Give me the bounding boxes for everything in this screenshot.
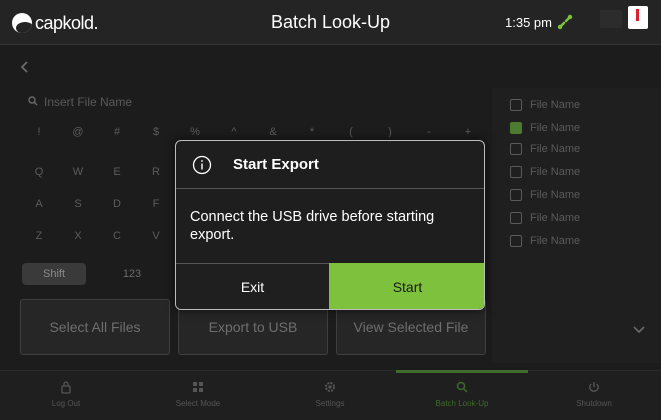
key[interactable]: E bbox=[106, 166, 128, 178]
nav-label: Batch Look-Up bbox=[435, 399, 489, 408]
key[interactable]: * bbox=[301, 126, 323, 138]
checkbox[interactable] bbox=[510, 99, 522, 111]
start-button[interactable]: Start bbox=[329, 263, 484, 309]
dialog-title: Start Export bbox=[233, 156, 319, 173]
gear-icon bbox=[325, 382, 335, 392]
checkbox[interactable] bbox=[510, 143, 522, 155]
nav-label: Select Mode bbox=[175, 399, 221, 408]
key[interactable]: A bbox=[28, 198, 50, 210]
key[interactable]: S bbox=[67, 198, 89, 210]
key[interactable]: & bbox=[262, 126, 284, 138]
select-all-files-button[interactable]: Select All Files bbox=[20, 299, 170, 355]
key[interactable]: C bbox=[106, 230, 128, 242]
numbers-key[interactable]: 123 bbox=[110, 263, 154, 285]
shift-key[interactable]: Shift bbox=[22, 263, 86, 285]
nav-log-out[interactable]: Log Out bbox=[0, 371, 132, 420]
back-chevron-icon[interactable] bbox=[18, 60, 32, 74]
key[interactable]: ) bbox=[379, 126, 401, 138]
key[interactable]: + bbox=[457, 126, 479, 138]
list-item[interactable]: File Name bbox=[510, 188, 580, 202]
info-icon bbox=[192, 155, 212, 175]
start-export-dialog: Start Export Connect the USB drive befor… bbox=[175, 140, 485, 310]
nav-settings[interactable]: Settings bbox=[264, 371, 396, 420]
key[interactable]: % bbox=[184, 126, 206, 138]
checkbox[interactable] bbox=[510, 189, 522, 201]
key[interactable]: Q bbox=[28, 166, 50, 178]
key[interactable]: D bbox=[106, 198, 128, 210]
list-item[interactable]: File Name bbox=[510, 142, 580, 156]
key[interactable]: $ bbox=[145, 126, 167, 138]
exit-button[interactable]: Exit bbox=[176, 263, 329, 309]
checkbox[interactable] bbox=[510, 166, 522, 178]
key[interactable]: ^ bbox=[223, 126, 245, 138]
file-name-label: File Name bbox=[530, 212, 581, 224]
key[interactable]: W bbox=[67, 166, 89, 178]
dialog-header: Start Export bbox=[176, 141, 484, 189]
nav-shutdown[interactable]: Shutdown bbox=[528, 371, 660, 420]
batch-lookup-screen: capkold. Batch Look-Up 1:35 pm Insert Fi… bbox=[0, 0, 661, 420]
status-indicator bbox=[600, 10, 622, 28]
dialog-message: Connect the USB drive before starting ex… bbox=[190, 209, 435, 243]
checkbox[interactable] bbox=[510, 122, 522, 134]
key[interactable]: Z bbox=[28, 230, 50, 242]
key[interactable]: - bbox=[418, 126, 440, 138]
checkbox[interactable] bbox=[510, 235, 522, 247]
nav-select-mode[interactable]: Select Mode bbox=[132, 371, 264, 420]
connection-link-icon bbox=[557, 14, 573, 30]
checkbox[interactable] bbox=[510, 212, 522, 224]
bottom-navigation: Log Out Select Mode Settings Batch Look-… bbox=[0, 370, 661, 420]
list-item[interactable]: File Name bbox=[510, 165, 580, 179]
nav-label: Settings bbox=[315, 399, 345, 408]
list-item[interactable]: File Name bbox=[510, 121, 580, 135]
file-name-label: File Name bbox=[530, 143, 581, 155]
key[interactable]: R bbox=[145, 166, 167, 178]
nav-label: Shutdown bbox=[576, 399, 612, 408]
file-name-label: File Name bbox=[530, 99, 581, 111]
file-name-label: File Name bbox=[530, 122, 581, 134]
key[interactable]: @ bbox=[67, 126, 89, 138]
chevron-down-icon[interactable] bbox=[632, 322, 646, 336]
flag-icon[interactable] bbox=[628, 6, 648, 29]
nav-batch-look-up[interactable]: Batch Look-Up bbox=[396, 370, 528, 420]
file-name-label: File Name bbox=[530, 235, 581, 247]
search-icon bbox=[456, 381, 468, 393]
key[interactable]: ! bbox=[28, 126, 50, 138]
grid-icon bbox=[193, 382, 203, 392]
key[interactable]: # bbox=[106, 126, 128, 138]
power-icon bbox=[589, 382, 599, 393]
key[interactable]: V bbox=[145, 230, 167, 242]
search-input[interactable]: Insert File Name bbox=[44, 95, 132, 109]
clock-time: 1:35 pm bbox=[505, 15, 552, 30]
list-item[interactable]: File Name bbox=[510, 234, 580, 248]
key[interactable]: ( bbox=[340, 126, 362, 138]
list-item[interactable]: File Name bbox=[510, 98, 580, 112]
list-item[interactable]: File Name bbox=[510, 211, 580, 225]
key[interactable]: F bbox=[145, 198, 167, 210]
key[interactable]: X bbox=[67, 230, 89, 242]
lock-icon bbox=[61, 381, 71, 394]
top-bar: capkold. Batch Look-Up 1:35 pm bbox=[0, 0, 661, 45]
file-name-label: File Name bbox=[530, 189, 581, 201]
search-icon bbox=[28, 96, 38, 106]
file-name-label: File Name bbox=[530, 166, 581, 178]
nav-label: Log Out bbox=[51, 399, 81, 408]
